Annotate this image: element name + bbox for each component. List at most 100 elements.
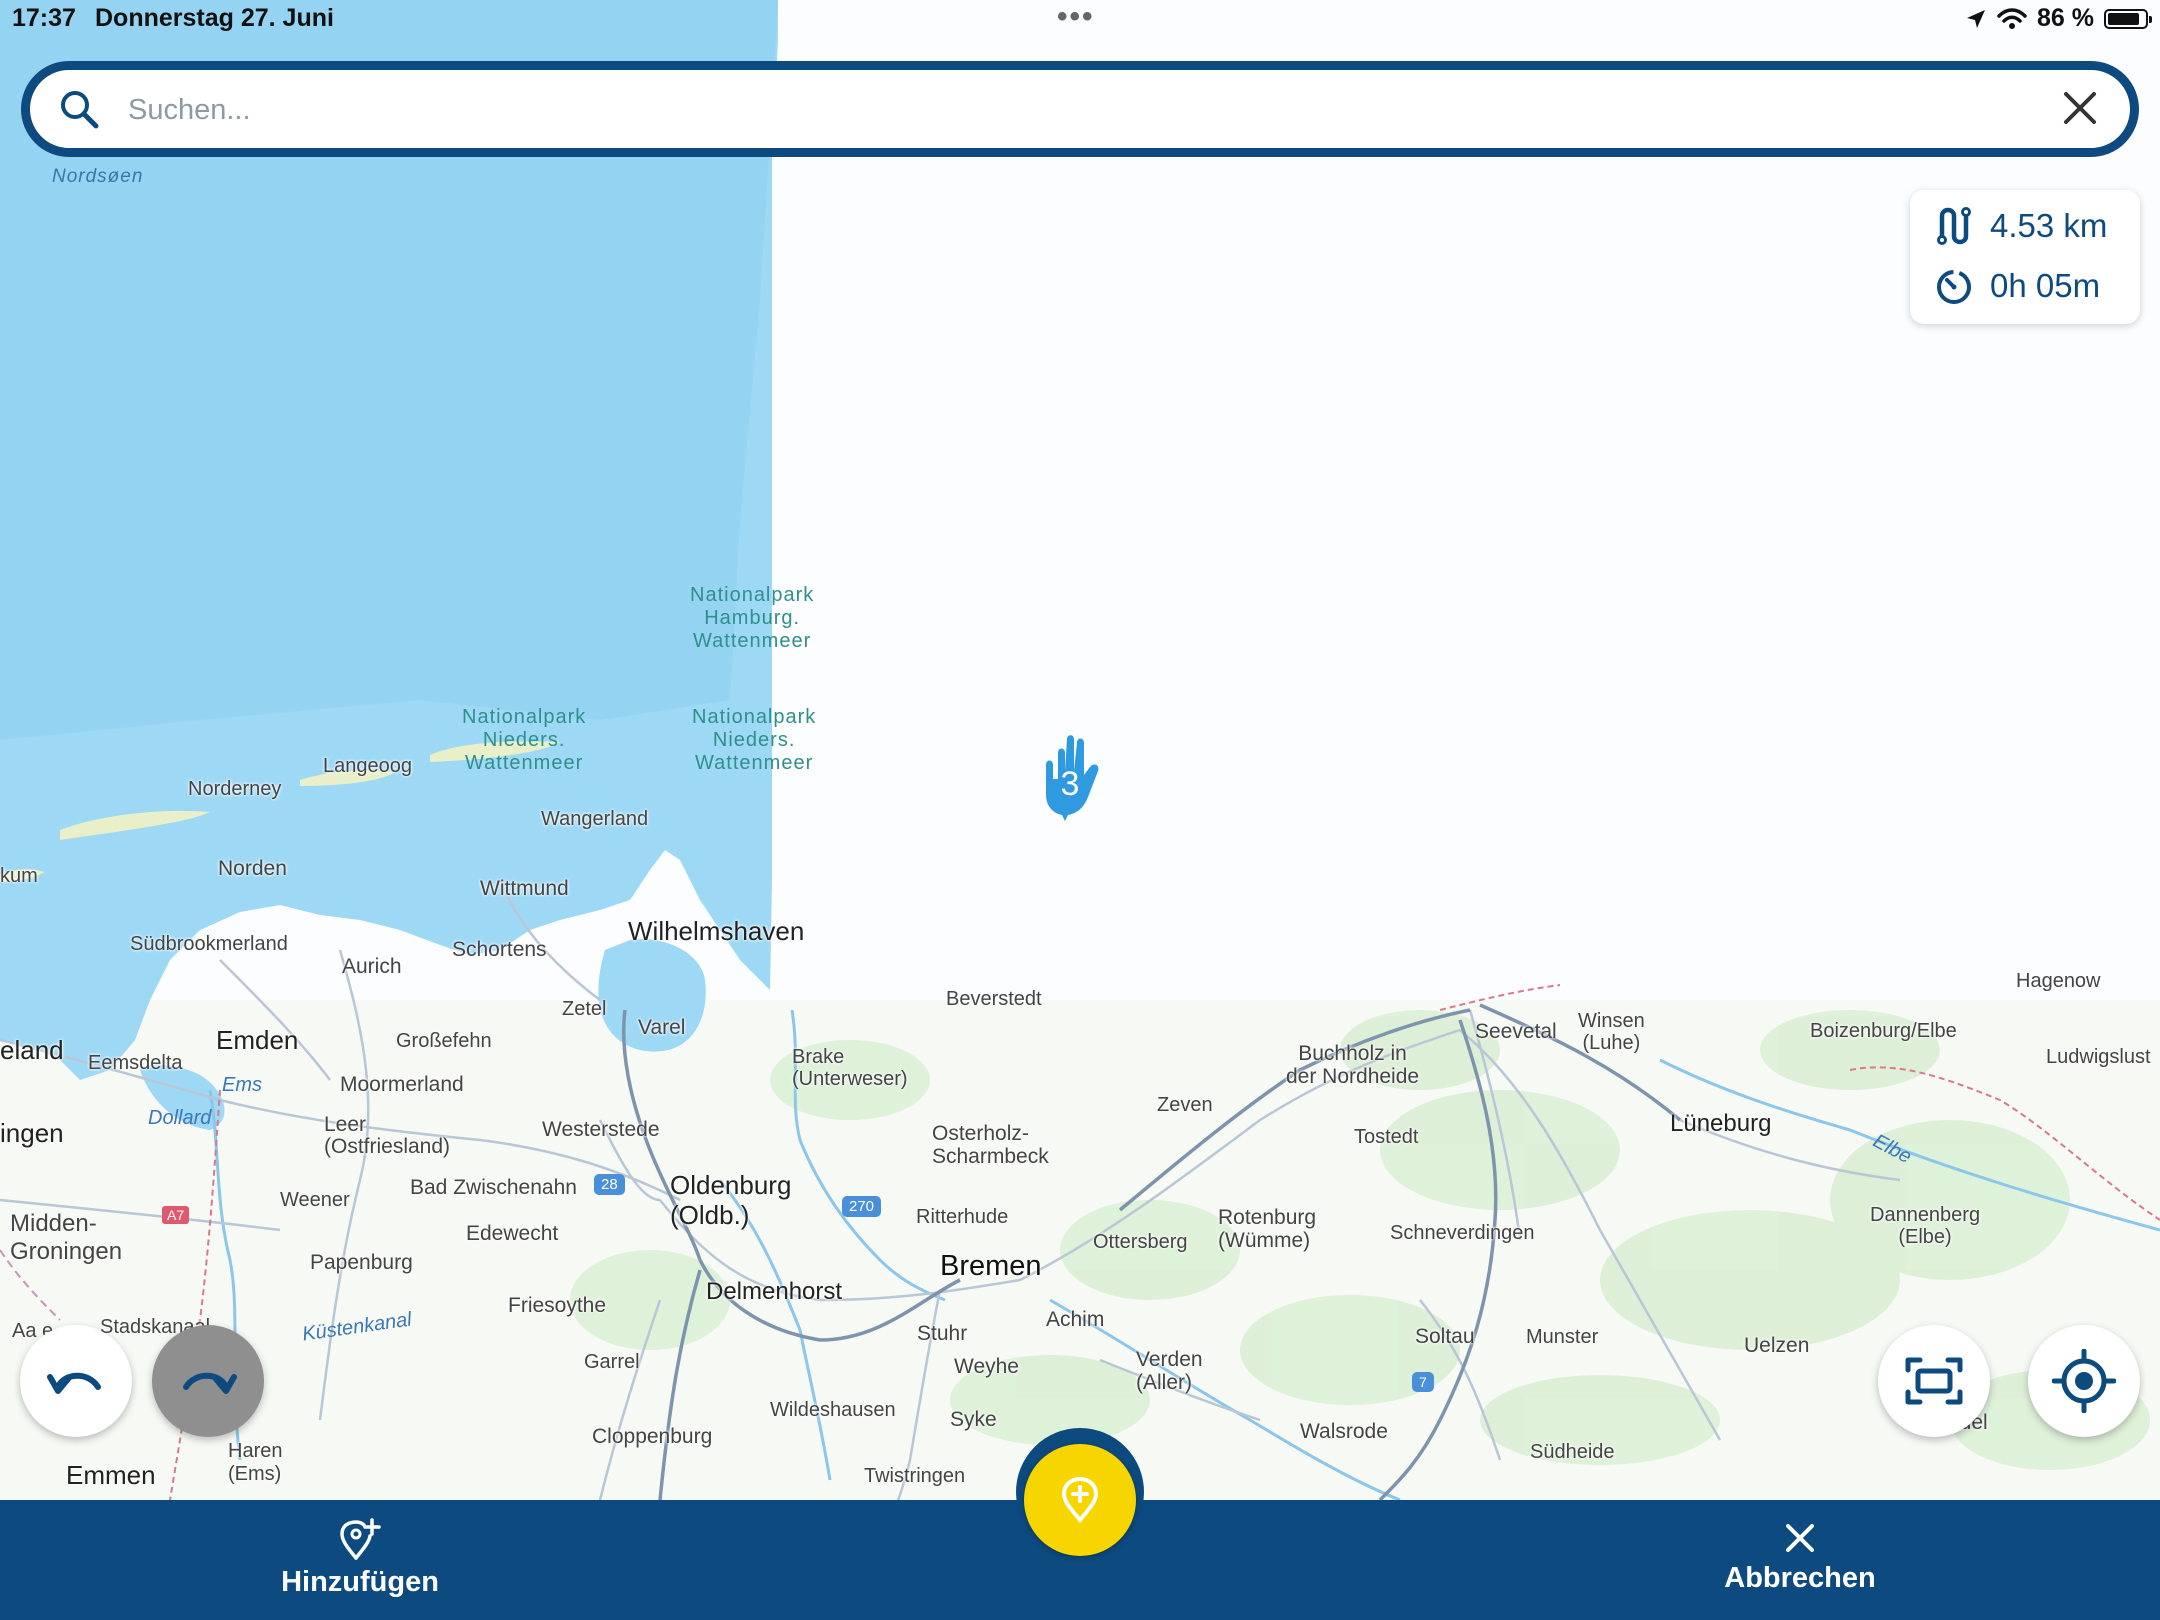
route-distance: 4.53 km (1990, 207, 2108, 244)
undo-button[interactable] (20, 1325, 132, 1437)
map-label-walsrode: Walsrode (1300, 1420, 1388, 1443)
map-label-delmenhorst: Delmenhorst (706, 1278, 843, 1305)
map-label-syke: Syke (950, 1408, 997, 1431)
fit-bounds-icon (1905, 1357, 1963, 1405)
map-label-schneverdingen: Schneverdingen (1390, 1222, 1535, 1244)
search-input[interactable] (126, 84, 1980, 136)
map-label-edewecht: Edewecht (466, 1222, 559, 1245)
map-label-leer: Leer (Ostfriesland) (324, 1113, 451, 1158)
add-location-fab[interactable] (1024, 1444, 1136, 1556)
route-summary-card: 4.53 km 0h 05m (1910, 190, 2140, 324)
status-date: Donnerstag 27. Juni (95, 4, 334, 32)
map-label-cloppenburg: Cloppenburg (592, 1425, 713, 1448)
route-icon (1937, 207, 1971, 245)
map-label-varel: Varel (638, 1016, 686, 1039)
cancel-label: Abbrechen (1724, 1562, 1876, 1594)
map-label-np-hamburg: Nationalpark Hamburg. Wattenmeer (690, 584, 815, 652)
map-label-soltau: Soltau (1415, 1325, 1475, 1348)
road-shield-28: 28 (594, 1174, 625, 1195)
search-icon (58, 88, 100, 135)
map-label-moormerland: Moormerland (340, 1073, 464, 1096)
map-label-papenburg: Papenburg (310, 1251, 413, 1274)
route-distance-row: 4.53 km (1934, 206, 2107, 246)
clear-search-icon[interactable] (2060, 88, 2100, 133)
map-label-zeven: Zeven (1157, 1094, 1213, 1116)
map-label-emmen: Emmen (66, 1460, 156, 1490)
map-label-eland: eland (0, 1035, 64, 1065)
map-label-stuhr: Stuhr (917, 1322, 968, 1345)
map-label-ems: Ems (222, 1074, 262, 1096)
map-label-langeoog: Langeoog (323, 755, 412, 777)
map-label-aurich: Aurich (342, 955, 402, 978)
location-pin-plus-icon (1061, 1476, 1099, 1524)
map-label-suedheide: Südheide (1530, 1441, 1615, 1463)
map-label-eemsdelta: Eemsdelta (88, 1052, 183, 1074)
road-shield-a7: A7 (162, 1206, 190, 1224)
road-shield-270: 270 (842, 1196, 882, 1217)
map-label-uelzen: Uelzen (1744, 1334, 1810, 1357)
map-label-emden: Emden (216, 1025, 299, 1055)
location-arrow-icon (1967, 9, 1986, 28)
map-label-hagenow: Hagenow (2016, 970, 2101, 992)
map-label-haren: Haren (Ems) (228, 1440, 283, 1485)
map-label-tostedt: Tostedt (1354, 1126, 1419, 1148)
cancel-button[interactable]: Abbrechen (1710, 1518, 1890, 1595)
map-label-ludwigslust: Ludwigslust (2046, 1046, 2151, 1068)
map-label-westerstede: Westerstede (542, 1118, 660, 1141)
search-bar (21, 61, 2139, 157)
fit-route-button[interactable] (1878, 1325, 1990, 1437)
map-label-boizenburg: Boizenburg/Elbe (1810, 1020, 1957, 1042)
map-label-wilhelmshaven: Wilhelmshaven (628, 916, 805, 946)
map-label-schortens: Schortens (452, 938, 547, 961)
map-label-osterholz: Osterholz- Scharmbeck (932, 1122, 1049, 1168)
status-time: 17:37 (12, 4, 76, 32)
map-label-wangerland: Wangerland (541, 808, 649, 830)
map-label-lueneburg: Lüneburg (1670, 1110, 1772, 1137)
map-label-weener: Weener (280, 1189, 350, 1211)
map-label-suedbrookmerland: Südbrookmerland (130, 933, 288, 955)
map-label-oldenburg: Oldenburg (Oldb.) (670, 1170, 792, 1230)
redo-button[interactable] (152, 1325, 264, 1437)
add-waypoint-label: Hinzufügen (281, 1566, 439, 1598)
undo-icon (47, 1372, 101, 1394)
map-label-midden-groningen: Midden- Groningen (10, 1210, 123, 1265)
road-shield-7: 7 (1412, 1372, 1434, 1392)
map-label-buchholz: Buchholz in der Nordheide (1286, 1042, 1420, 1088)
route-duration: 0h 05m (1990, 267, 2101, 304)
map-label-nordsoen: Nordsøen (52, 166, 144, 187)
map-label-twistringen: Twistringen (864, 1465, 966, 1487)
map-label-munster: Munster (1526, 1326, 1599, 1348)
map-label-ingen: ingen (0, 1118, 64, 1148)
map-label-ritterhude: Ritterhude (916, 1206, 1009, 1228)
map-label-dollard: Dollard (148, 1107, 212, 1129)
crosshair-icon (2052, 1349, 2116, 1413)
hand-marker-number: 3 (1061, 765, 1080, 803)
route-duration-row: 0h 05m (1934, 266, 2100, 306)
map-label-garrel: Garrel (584, 1351, 640, 1373)
map-label-ottersberg: Ottersberg (1093, 1231, 1188, 1253)
wifi-icon (1997, 7, 2027, 29)
map-label-beverstedt: Beverstedt (946, 988, 1042, 1010)
battery-percent: 86 % (2037, 4, 2094, 32)
map-label-brake: Brake (Unterweser) (792, 1046, 908, 1090)
map-label-norderney: Norderney (188, 778, 282, 800)
add-location-icon (340, 1518, 381, 1560)
status-bar: 17:37 Donnerstag 27. Juni ••• 86 % (0, 0, 2160, 40)
map-label-seevetal: Seevetal (1475, 1020, 1557, 1043)
map-label-achim: Achim (1046, 1308, 1105, 1331)
battery-icon (2104, 8, 2152, 29)
map-label-zetel: Zetel (562, 998, 607, 1020)
map-label-kum: kum (0, 865, 38, 887)
multitasking-dots-icon[interactable]: ••• (1057, 0, 1095, 34)
map-label-np-nieders-1: Nationalpark Nieders. Wattenmeer (462, 706, 587, 774)
map-label-norden: Norden (218, 857, 287, 880)
close-icon (1786, 1524, 1814, 1552)
my-location-button[interactable] (2028, 1325, 2140, 1437)
map-label-winsen: Winsen (Luhe) (1578, 1010, 1645, 1054)
map-view[interactable]: Nordsøen Nationalpark Hamburg. Wattenmee… (0, 0, 2160, 1500)
redo-icon (183, 1372, 237, 1394)
map-label-bremen: Bremen (940, 1250, 1042, 1282)
add-waypoint-button[interactable]: Hinzufügen (270, 1518, 450, 1599)
map-label-friesoythe: Friesoythe (508, 1294, 607, 1317)
map-label-bad-zwischenahn: Bad Zwischenahn (410, 1176, 577, 1199)
